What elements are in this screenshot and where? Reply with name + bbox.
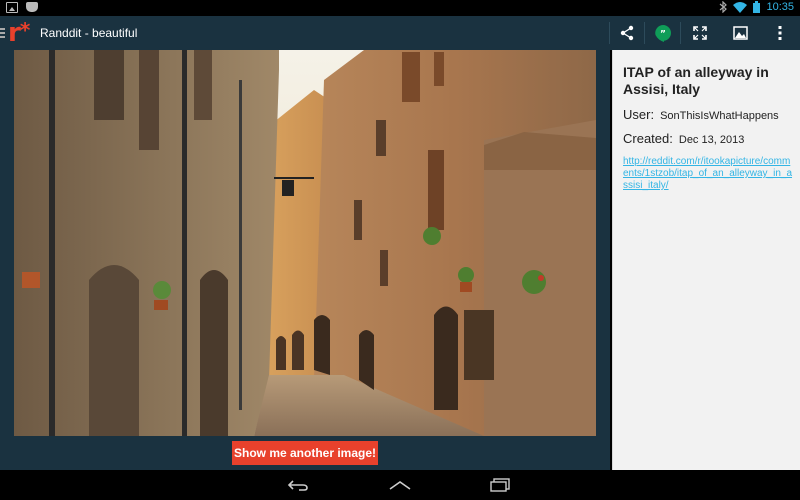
post-image[interactable] xyxy=(14,50,596,436)
back-button[interactable] xyxy=(278,470,318,500)
recents-icon xyxy=(490,478,510,492)
fullscreen-icon xyxy=(693,26,707,40)
cat-notification-icon xyxy=(26,2,38,12)
home-button[interactable] xyxy=(380,470,420,500)
fullscreen-button[interactable] xyxy=(688,22,712,44)
home-icon xyxy=(389,481,411,490)
share-button[interactable] xyxy=(609,22,645,44)
wifi-icon xyxy=(733,1,748,13)
overflow-menu-icon xyxy=(778,26,782,40)
navigation-bar xyxy=(0,470,800,500)
back-icon xyxy=(287,480,308,491)
post-title: ITAP of an alleyway in Assisi, Italy xyxy=(623,64,769,97)
clock: 10:35 xyxy=(766,1,794,13)
share-icon xyxy=(620,25,634,41)
status-bar: 10:35 xyxy=(0,0,800,16)
recents-button[interactable] xyxy=(480,470,520,500)
drawer-indicator-icon[interactable] xyxy=(0,28,5,40)
hangouts-icon: ” xyxy=(654,25,671,42)
user-row: User: SonThisIsWhatHappens xyxy=(623,107,800,122)
overflow-menu-button[interactable] xyxy=(770,22,790,44)
user-label: User: xyxy=(623,107,655,122)
wallpaper-icon xyxy=(732,26,748,40)
hangouts-button[interactable]: ” xyxy=(645,22,681,44)
wallpaper-button[interactable] xyxy=(728,22,752,44)
gallery-notification-icon xyxy=(6,2,18,13)
bluetooth-icon xyxy=(720,1,728,13)
app-title: Randdit - beautiful xyxy=(40,26,138,40)
created-value: Dec 13, 2013 xyxy=(678,134,745,146)
battery-icon xyxy=(753,1,761,13)
created-row: Created: Dec 13, 2013 xyxy=(623,131,800,146)
created-label: Created: xyxy=(623,131,673,146)
svg-text:”: ” xyxy=(660,30,666,40)
show-another-image-button[interactable]: Show me another image! xyxy=(232,441,378,465)
app-logo[interactable]: r* xyxy=(8,16,30,50)
image-pane: Show me another image! xyxy=(0,50,610,470)
user-value: SonThisIsWhatHappens xyxy=(660,110,779,122)
post-link[interactable]: http://reddit.com/r/itookapicture/commen… xyxy=(623,156,793,192)
post-details-panel: ITAP of an alleyway in Assisi, Italy Use… xyxy=(612,50,800,470)
